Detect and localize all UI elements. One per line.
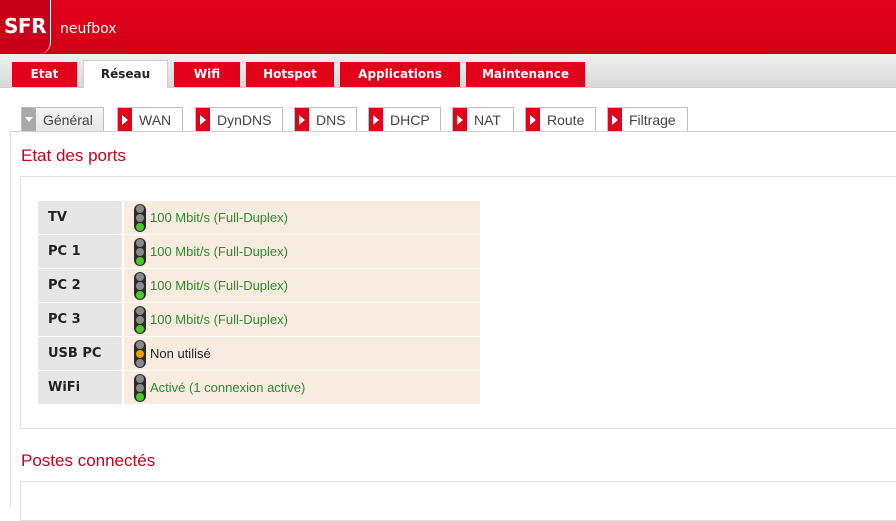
- port-name: TV: [38, 201, 122, 234]
- ports-section-title: Etat des ports: [21, 146, 126, 165]
- traffic-light-icon: [134, 272, 146, 300]
- port-name: PC 1: [38, 235, 122, 268]
- port-value-cell: 100 Mbit/s (Full-Duplex): [124, 201, 480, 234]
- sfr-logo: SFR: [0, 0, 51, 54]
- traffic-light-icon: [134, 238, 146, 266]
- subtab-general[interactable]: Général: [21, 107, 104, 132]
- chevron-right-icon: [453, 108, 467, 132]
- table-row: USB PC Non utilisé: [38, 337, 480, 371]
- port-name: PC 2: [38, 269, 122, 302]
- subtab-dns[interactable]: DNS: [294, 107, 357, 132]
- subtab-route[interactable]: Route: [525, 107, 596, 132]
- port-value-cell: Activé (1 connexion active): [124, 371, 480, 404]
- tab-maintenance[interactable]: Maintenance: [466, 62, 585, 87]
- product-name: neufbox: [60, 21, 117, 37]
- port-status: Activé (1 connexion active): [150, 380, 306, 395]
- port-status: 100 Mbit/s (Full-Duplex): [150, 278, 288, 293]
- hosts-section-title: Postes connectés: [21, 451, 156, 470]
- port-value-cell: Non utilisé: [124, 337, 480, 370]
- subtab-label: WAN: [139, 112, 172, 128]
- chevron-right-icon: [295, 108, 309, 132]
- subtab-label: Général: [43, 112, 93, 128]
- subtab-nat[interactable]: NAT: [452, 107, 514, 132]
- traffic-light-icon: [134, 374, 146, 402]
- port-name: USB PC: [38, 337, 122, 370]
- hosts-panel: [20, 481, 896, 521]
- subtab-filtrage[interactable]: Filtrage: [607, 107, 688, 132]
- table-row: PC 1 100 Mbit/s (Full-Duplex): [38, 235, 480, 269]
- port-value-cell: 100 Mbit/s (Full-Duplex): [124, 235, 480, 268]
- subtabs-divider: [11, 131, 896, 132]
- port-status: 100 Mbit/s (Full-Duplex): [150, 244, 288, 259]
- chevron-right-icon: [118, 108, 132, 132]
- table-row: PC 2 100 Mbit/s (Full-Duplex): [38, 269, 480, 303]
- tab-wifi[interactable]: Wifi: [174, 62, 240, 87]
- subtab-dyndns[interactable]: DynDNS: [195, 107, 283, 132]
- port-status: 100 Mbit/s (Full-Duplex): [150, 312, 288, 327]
- tab-reseau[interactable]: Réseau: [83, 60, 168, 88]
- tab-etat[interactable]: Etat: [12, 62, 77, 87]
- subtab-label: DNS: [316, 112, 346, 128]
- table-row: PC 3 100 Mbit/s (Full-Duplex): [38, 303, 480, 337]
- subtab-wan[interactable]: WAN: [117, 107, 183, 132]
- port-name: WiFi: [38, 371, 122, 404]
- port-value-cell: 100 Mbit/s (Full-Duplex): [124, 303, 480, 336]
- chevron-right-icon: [526, 108, 540, 132]
- subtab-label: NAT: [474, 112, 501, 128]
- subtab-label: Route: [547, 112, 585, 128]
- subtab-label: DHCP: [390, 112, 430, 128]
- port-name: PC 3: [38, 303, 122, 336]
- table-row: WiFi Activé (1 connexion active): [38, 371, 480, 405]
- subtab-dhcp[interactable]: DHCP: [368, 107, 441, 132]
- tab-applications[interactable]: Applications: [340, 62, 460, 87]
- chevron-down-icon: [22, 108, 36, 132]
- subtab-label: DynDNS: [217, 112, 272, 128]
- chevron-right-icon: [196, 108, 210, 132]
- port-status: Non utilisé: [150, 346, 211, 361]
- chevron-right-icon: [369, 108, 383, 132]
- port-value-cell: 100 Mbit/s (Full-Duplex): [124, 269, 480, 302]
- top-header: SFR neufbox: [0, 0, 896, 54]
- subtab-label: Filtrage: [629, 112, 676, 128]
- port-status: 100 Mbit/s (Full-Duplex): [150, 210, 288, 225]
- chevron-right-icon: [608, 108, 622, 132]
- table-row: TV 100 Mbit/s (Full-Duplex): [38, 201, 480, 235]
- traffic-light-icon: [134, 306, 146, 334]
- traffic-light-icon: [134, 204, 146, 232]
- content-left-border: [10, 131, 11, 507]
- tab-hotspot[interactable]: Hotspot: [246, 62, 334, 87]
- traffic-light-icon: [134, 340, 146, 368]
